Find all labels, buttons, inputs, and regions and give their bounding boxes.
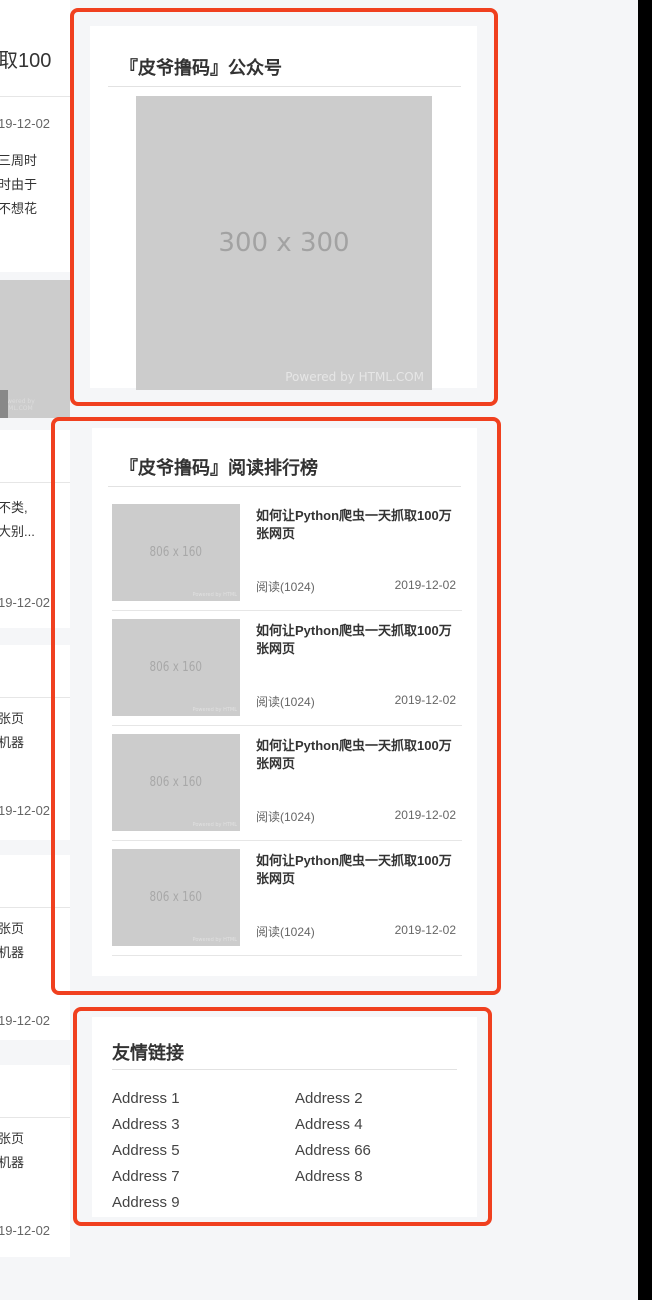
banner-image[interactable]: Powered by HTML.COM: [0, 280, 70, 418]
friend-link[interactable]: Address 5: [112, 1141, 295, 1161]
ranking-item[interactable]: 806 x 160 Powered by HTML 如何让Python爬虫一天抓取1…: [112, 611, 462, 726]
divider: [0, 697, 70, 698]
article-date: 19-12-02: [0, 1013, 51, 1028]
ranking-widget: 『皮爷撸码』阅读排行榜 806 x 160 Powered by HTML 如何让P…: [92, 428, 477, 976]
ranking-item-title[interactable]: 如何让Python爬虫一天抓取100万张网页: [256, 737, 456, 773]
read-count: 阅读(1024): [256, 580, 315, 594]
widget-title: 友情链接: [112, 1043, 184, 1063]
image-watermark: Powered by HTML: [192, 707, 237, 713]
banner-control[interactable]: [0, 390, 8, 418]
ranking-item-title[interactable]: 如何让Python爬虫一天抓取100万张网页: [256, 507, 456, 543]
article-thumbnail[interactable]: 806 x 160 Powered by HTML: [112, 504, 240, 601]
friend-link[interactable]: Address 7: [112, 1167, 295, 1187]
ranking-item-title[interactable]: 如何让Python爬虫一天抓取100万张网页: [256, 852, 456, 888]
publish-date: 2019-12-02: [394, 808, 456, 822]
qr-code-image: 300 x 300 Powered by HTML.COM: [136, 96, 432, 390]
article-excerpt: 张页 机器: [0, 711, 25, 750]
article-card[interactable]: 张页 机器 19-12-02: [0, 645, 70, 840]
divider: [0, 907, 70, 908]
friend-link[interactable]: Address 2: [295, 1089, 445, 1109]
image-size-label: 806 x 160: [149, 775, 203, 790]
window-edge: [638, 0, 652, 1300]
article-excerpt: 张页 机器: [0, 921, 25, 960]
article-thumbnail[interactable]: 806 x 160 Powered by HTML: [112, 849, 240, 946]
ranking-item[interactable]: 806 x 160 Powered by HTML 如何让Python爬虫一天抓取1…: [112, 841, 462, 956]
divider: [112, 1069, 457, 1070]
widget-title: 『皮爷撸码』阅读排行榜: [120, 458, 318, 478]
banner-watermark: Powered by HTML.COM: [0, 398, 35, 412]
ranking-item[interactable]: 806 x 160 Powered by HTML 如何让Python爬虫一天抓取1…: [112, 496, 462, 611]
article-card[interactable]: 张页 机器 19-12-02: [0, 855, 70, 1040]
widget-title: 『皮爷撸码』公众号: [120, 58, 282, 78]
divider: [108, 86, 461, 87]
article-card[interactable]: 不类, 大别... 19-12-02: [0, 430, 70, 628]
ranking-item-title[interactable]: 如何让Python爬虫一天抓取100万张网页: [256, 622, 456, 658]
links-list: Address 1 Address 2 Address 3 Address 4 Addr…: [112, 1089, 442, 1213]
read-count: 阅读(1024): [256, 695, 315, 709]
read-count: 阅读(1024): [256, 925, 315, 939]
article-card[interactable]: 取100 19-12-02 三周时 时由于 不想花: [0, 0, 70, 272]
article-date: 19-12-02: [0, 595, 51, 610]
publish-date: 2019-12-02: [394, 693, 456, 707]
links-widget: 友情链接 Address 1 Address 2 Address 3 Address …: [92, 1017, 477, 1217]
image-watermark: Powered by HTML.COM: [285, 370, 424, 384]
friend-link[interactable]: Address 1: [112, 1089, 295, 1109]
article-thumbnail[interactable]: 806 x 160 Powered by HTML: [112, 734, 240, 831]
image-size-label: 300 x 300: [218, 228, 350, 258]
divider: [0, 96, 70, 97]
read-count: 阅读(1024): [256, 810, 315, 824]
ranking-item[interactable]: 806 x 160 Powered by HTML 如何让Python爬虫一天抓取1…: [112, 726, 462, 841]
image-size-label: 806 x 160: [149, 660, 203, 675]
image-size-label: 806 x 160: [149, 890, 203, 905]
divider: [0, 482, 70, 483]
divider: [108, 486, 461, 487]
article-date: 19-12-02: [0, 116, 51, 131]
publish-date: 2019-12-02: [394, 578, 456, 592]
friend-link[interactable]: Address 66: [295, 1141, 445, 1161]
article-title[interactable]: 取100: [0, 44, 51, 73]
article-excerpt: 不类, 大别...: [0, 500, 35, 539]
friend-link[interactable]: Address 9: [112, 1193, 295, 1213]
article-card[interactable]: 张页 机器 19-12-02: [0, 1065, 70, 1257]
image-watermark: Powered by HTML: [192, 937, 237, 943]
article-date: 19-12-02: [0, 803, 51, 818]
friend-link[interactable]: Address 8: [295, 1167, 445, 1187]
divider: [0, 1117, 70, 1118]
article-excerpt: 张页 机器: [0, 1131, 25, 1170]
image-watermark: Powered by HTML: [192, 822, 237, 828]
article-thumbnail[interactable]: 806 x 160 Powered by HTML: [112, 619, 240, 716]
wechat-widget: 『皮爷撸码』公众号 300 x 300 Powered by HTML.COM: [90, 26, 477, 390]
image-watermark: Powered by HTML: [192, 592, 237, 598]
friend-link[interactable]: Address 3: [112, 1115, 295, 1135]
friend-link[interactable]: Address 4: [295, 1115, 445, 1135]
article-date: 19-12-02: [0, 1223, 51, 1238]
divider: [112, 955, 462, 956]
publish-date: 2019-12-02: [394, 923, 456, 937]
article-excerpt: 三周时 时由于 不想花: [0, 153, 38, 216]
image-size-label: 806 x 160: [149, 545, 203, 560]
